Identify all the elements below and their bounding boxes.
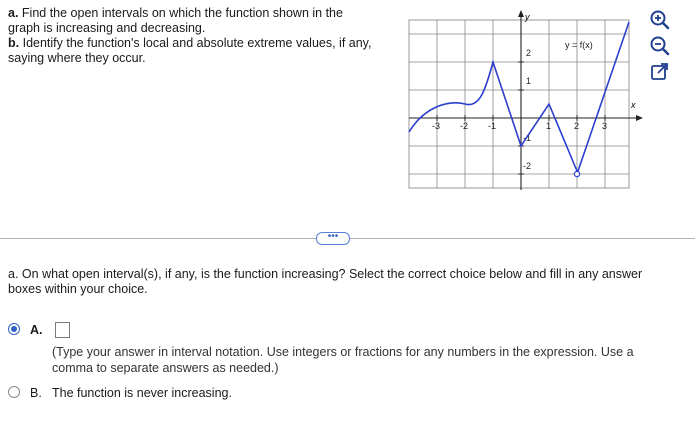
x-tick-label: -3 <box>432 121 440 131</box>
y-tick-label: 1 <box>526 76 531 86</box>
choice-a-radio[interactable] <box>8 323 20 335</box>
x-tick-label: 3 <box>602 121 607 131</box>
graph-frame <box>408 19 630 189</box>
graph-tools <box>648 8 678 86</box>
popout-icon[interactable] <box>648 60 672 84</box>
part-b-label: b. <box>8 36 20 50</box>
question-label: a. <box>8 267 19 281</box>
y-axis-label: y <box>524 12 530 22</box>
problem-part-a: a. Find the open intervals on which the … <box>8 6 378 36</box>
open-endpoint-dot <box>573 170 581 178</box>
x-axis-arrow <box>636 115 643 121</box>
more-button[interactable]: ••• <box>316 232 350 245</box>
choice-b-radio[interactable] <box>8 386 20 398</box>
choice-b-text: The function is never increasing. <box>52 386 232 400</box>
question-text: On what open interval(s), if any, is the… <box>8 267 643 296</box>
part-a-label: a. <box>8 6 19 20</box>
x-tick-label: -1 <box>488 121 496 131</box>
x-tick-label: -2 <box>460 121 468 131</box>
zoom-in-icon[interactable] <box>648 8 672 32</box>
choice-a-letter: A. <box>30 323 43 337</box>
part-a-text: Find the open intervals on which the fun… <box>8 6 343 35</box>
x-tick-label: 2 <box>574 121 579 131</box>
choice-a-hint: (Type your answer in interval notation. … <box>52 345 634 375</box>
y-tick-label: 2 <box>526 48 531 58</box>
function-label: y = f(x) <box>565 40 593 50</box>
problem-statement: a. Find the open intervals on which the … <box>8 6 378 66</box>
section-divider: ••• <box>0 231 695 245</box>
zoom-out-icon[interactable] <box>648 34 672 58</box>
problem-part-b: b. Identify the function's local and abs… <box>8 36 378 66</box>
y-tick-label: -2 <box>523 161 531 171</box>
question-prompt: a. On what open interval(s), if any, is … <box>8 267 678 297</box>
part-b-text: Identify the function's local and absolu… <box>8 36 372 65</box>
function-graph: y x -3 -2 -1 1 2 3 2 1 -1 -2 y = f(x) <box>408 10 643 190</box>
x-axis-label: x <box>630 100 636 110</box>
y-axis-arrow <box>518 10 524 17</box>
choice-b-letter: B. <box>30 386 42 400</box>
interval-answer-box[interactable] <box>55 322 70 338</box>
x-tick-label: 1 <box>546 121 551 131</box>
